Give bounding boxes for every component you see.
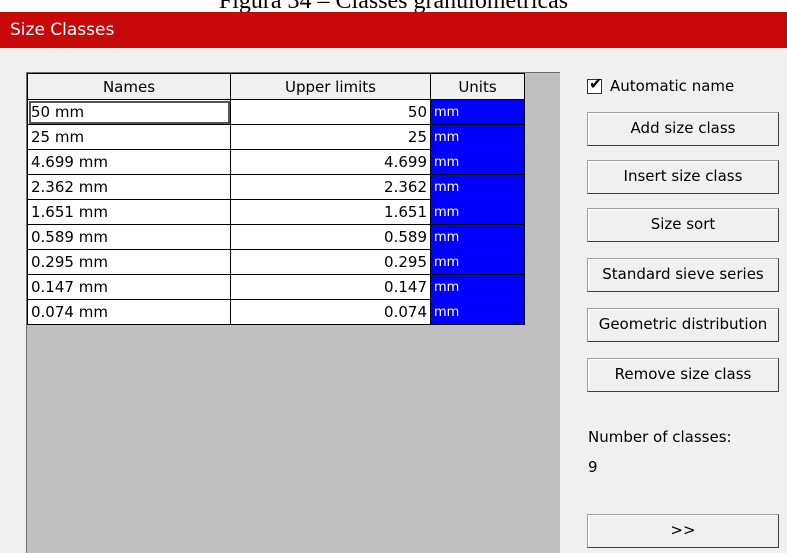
insert-size-class-button[interactable]: Insert size class [587, 160, 779, 194]
unit-cell[interactable]: mm [430, 149, 525, 175]
automatic-name-option[interactable]: ✔ Automatic name [587, 76, 734, 96]
name-cell[interactable]: 1.651 mm [27, 199, 231, 225]
upper-limit-cell[interactable]: 4.699 [230, 149, 431, 175]
window-title: Size Classes [0, 12, 787, 48]
unit-cell[interactable]: mm [430, 199, 525, 225]
table-row: 4.699 mm 4.699 mm [27, 149, 525, 175]
number-of-classes-value: 9 [588, 458, 598, 476]
table-row: 2.362 mm 2.362 mm [27, 174, 525, 200]
table-header-row: Names Upper limits Units [27, 73, 525, 100]
table-row: 1.651 mm 1.651 mm [27, 199, 525, 225]
table-row: 25 mm 25 mm [27, 124, 525, 150]
upper-limit-cell[interactable]: 50 [230, 99, 431, 125]
name-cell[interactable]: 50 mm [27, 99, 231, 125]
table-row: 0.074 mm 0.074 mm [27, 299, 525, 325]
name-cell[interactable]: 25 mm [27, 124, 231, 150]
name-cell[interactable]: 0.295 mm [27, 249, 231, 275]
size-class-table: Names Upper limits Units 50 mm 50 mm 25 … [27, 73, 525, 325]
size-sort-button[interactable]: Size sort [587, 208, 779, 242]
table-row: 0.295 mm 0.295 mm [27, 249, 525, 275]
column-header-names[interactable]: Names [27, 73, 231, 100]
unit-cell[interactable]: mm [430, 99, 525, 125]
column-header-upper-limits[interactable]: Upper limits [230, 73, 431, 100]
name-cell[interactable]: 0.147 mm [27, 274, 231, 300]
upper-limit-cell[interactable]: 2.362 [230, 174, 431, 200]
unit-cell[interactable]: mm [430, 274, 525, 300]
add-size-class-button[interactable]: Add size class [587, 112, 779, 146]
unit-cell[interactable]: mm [430, 249, 525, 275]
unit-cell[interactable]: mm [430, 124, 525, 150]
next-button[interactable]: >> [587, 514, 779, 548]
number-of-classes-label: Number of classes: [588, 428, 732, 446]
table-row: 50 mm 50 mm [27, 99, 525, 125]
automatic-name-label: Automatic name [610, 77, 735, 95]
name-cell[interactable]: 2.362 mm [27, 174, 231, 200]
upper-limit-cell[interactable]: 1.651 [230, 199, 431, 225]
remove-size-class-button[interactable]: Remove size class [587, 358, 779, 392]
upper-limit-cell[interactable]: 0.295 [230, 249, 431, 275]
upper-limit-cell[interactable]: 0.589 [230, 224, 431, 250]
size-classes-window: Size Classes Names Upper limits Units 50… [0, 12, 787, 553]
check-mark-icon: ✔ [589, 75, 603, 93]
name-cell[interactable]: 0.074 mm [27, 299, 231, 325]
name-cell[interactable]: 4.699 mm [27, 149, 231, 175]
column-header-units[interactable]: Units [430, 73, 525, 100]
name-cell[interactable]: 0.589 mm [27, 224, 231, 250]
geometric-distribution-button[interactable]: Geometric distribution [587, 308, 779, 342]
upper-limit-cell[interactable]: 0.074 [230, 299, 431, 325]
unit-cell[interactable]: mm [430, 174, 525, 200]
table-row: 0.589 mm 0.589 mm [27, 224, 525, 250]
table-row: 0.147 mm 0.147 mm [27, 274, 525, 300]
size-class-grid: Names Upper limits Units 50 mm 50 mm 25 … [26, 72, 560, 553]
unit-cell[interactable]: mm [430, 224, 525, 250]
automatic-name-checkbox[interactable]: ✔ [587, 76, 602, 94]
standard-sieve-series-button[interactable]: Standard sieve series [587, 258, 779, 292]
unit-cell[interactable]: mm [430, 299, 525, 325]
upper-limit-cell[interactable]: 0.147 [230, 274, 431, 300]
upper-limit-cell[interactable]: 25 [230, 124, 431, 150]
